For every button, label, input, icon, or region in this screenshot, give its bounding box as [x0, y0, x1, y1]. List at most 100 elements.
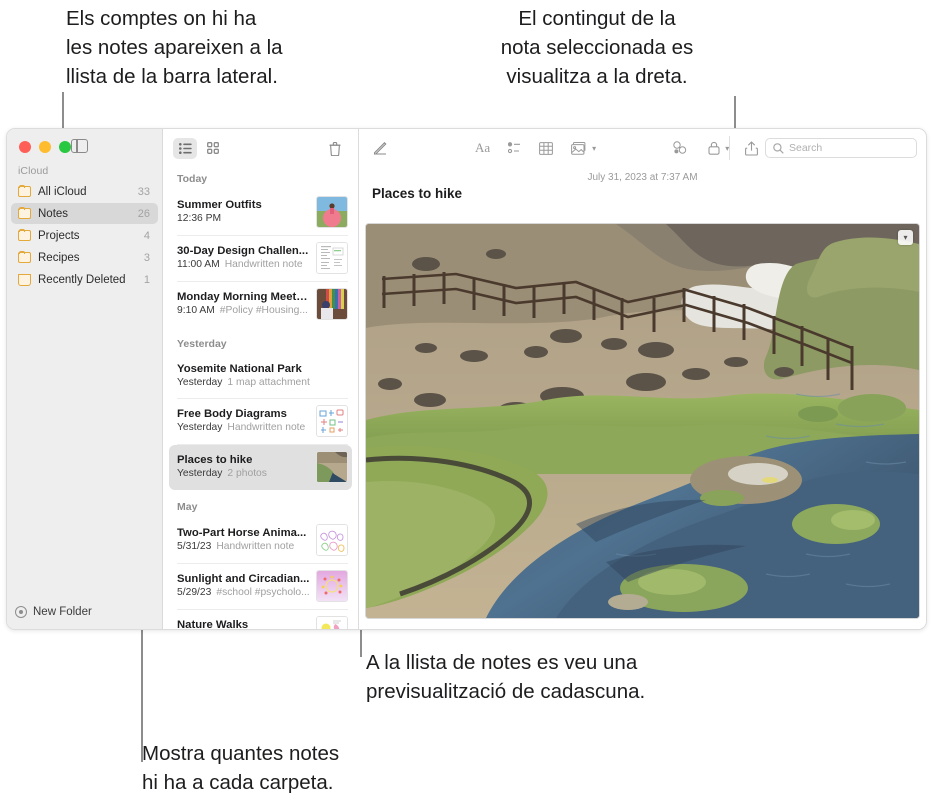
sidebar-item-all-icloud[interactable]: All iCloud 33 [11, 181, 158, 202]
sidebar-item-count: 33 [137, 185, 150, 198]
maximize-button[interactable] [59, 141, 71, 153]
note-title: Monday Morning Meeting [177, 291, 310, 303]
editor-toolbar: Aa ▾ ▾ Search [359, 129, 926, 167]
sidebar-item-label: Recently Deleted [38, 273, 126, 286]
note-title: Places to hike [177, 454, 253, 466]
annotation-note-preview: A la llista de notes es veu una previsua… [366, 651, 646, 703]
photo-chevron-down-icon[interactable]: ▾ [898, 230, 913, 245]
note-editor-column: Aa ▾ ▾ Search July 31, 2023 at 7:37 AM P… [359, 129, 926, 629]
note-group-header: Yesterday [177, 338, 227, 350]
sidebar-folder-list: All iCloud 33 Notes 26 Projects 4 Recipe… [11, 181, 158, 291]
annotation-note-content: El contingut de la nota seleccionada es … [500, 7, 694, 88]
note-list-scroll[interactable]: Today Summer Outfits 12:36 PM 30-Day Des… [163, 167, 358, 629]
note-sub: #Policy #Housing... [219, 305, 308, 316]
search-input[interactable]: Search [765, 138, 917, 158]
annotation-folder-counts: Mostra quantes notes hi ha a cada carpet… [142, 742, 340, 794]
list-item-nature-walks[interactable]: Nature Walks 5/25/23Handwritten note [169, 610, 352, 629]
note-sub: Handwritten note [216, 541, 295, 552]
list-item-places-to-hike[interactable]: Places to hike Yesterday 2 photos [169, 445, 352, 490]
sidebar-item-count: 1 [143, 273, 150, 286]
note-text: Yosemite National Park Yesterday 1 map at… [177, 362, 312, 390]
note-meta: 12:36 PM [177, 212, 310, 226]
sidebar-item-count: 3 [143, 251, 150, 264]
note-meta: 5/31/23 Handwritten note [177, 540, 310, 554]
note-time: Yesterday [177, 468, 223, 479]
note-title: Yosemite National Park [177, 363, 302, 375]
note-group-header: May [177, 501, 198, 513]
folder-icon [18, 228, 31, 241]
gallery-view-button[interactable] [201, 138, 225, 159]
note-text: Nature Walks 5/25/23Handwritten note [177, 618, 310, 629]
note-sub: Handwritten note [227, 422, 306, 433]
search-placeholder: Search [789, 142, 823, 154]
sidebar: iCloud All iCloud 33 Notes 26 Projects 4… [7, 129, 163, 629]
note-time: 5/29/23 [177, 587, 212, 598]
note-time: Yesterday [177, 422, 223, 433]
sidebar-section-label: iCloud [18, 165, 49, 177]
sidebar-item-projects[interactable]: Projects 4 [11, 225, 158, 246]
new-folder-button[interactable]: New Folder [15, 606, 92, 618]
note-photo-attachment[interactable]: ▾ [365, 223, 920, 619]
delete-note-button[interactable] [323, 138, 347, 159]
share-button[interactable] [745, 141, 758, 156]
media-chevron-down-icon[interactable]: ▾ [592, 144, 596, 153]
note-time: 5/31/23 [177, 541, 212, 552]
trash-icon [18, 273, 31, 286]
note-text: 30-Day Design Challen... 11:00 AM Handwri… [177, 244, 310, 272]
note-list-column: Today Summer Outfits 12:36 PM 30-Day Des… [163, 129, 359, 629]
format-button[interactable]: Aa [475, 140, 490, 156]
list-item-two-part-horse-animation[interactable]: Two-Part Horse Anima... 5/31/23 Handwritt… [169, 518, 352, 563]
search-icon [773, 142, 784, 154]
note-time: 11:00 AM [177, 259, 220, 270]
sidebar-item-count: 26 [137, 207, 150, 220]
note-meta: 9:10 AM #Policy #Housing... [177, 304, 310, 318]
note-title: Nature Walks [177, 619, 249, 629]
lock-button[interactable] [708, 141, 720, 155]
note-sub: Handwritten note [224, 259, 303, 270]
note-title: Free Body Diagrams [177, 408, 287, 420]
folder-icon [18, 250, 31, 263]
sidebar-item-recently-deleted[interactable]: Recently Deleted 1 [11, 269, 158, 290]
note-title: Two-Part Horse Anima... [177, 527, 307, 539]
note-title-heading: Places to hike [372, 186, 463, 201]
sidebar-item-label: Projects [38, 229, 80, 242]
note-thumbnail [316, 451, 348, 483]
note-thumbnail [316, 288, 348, 320]
notes-app-window: iCloud All iCloud 33 Notes 26 Projects 4… [6, 128, 927, 630]
compose-button[interactable] [369, 137, 391, 159]
note-title: Sunlight and Circadian... [177, 573, 310, 585]
sidebar-item-recipes[interactable]: Recipes 3 [11, 247, 158, 268]
toolbar-divider [729, 136, 730, 160]
note-text: Sunlight and Circadian... 5/29/23 #school… [177, 572, 310, 600]
note-thumbnail [316, 196, 348, 228]
list-item-sunlight-and-circadian[interactable]: Sunlight and Circadian... 5/29/23 #school… [169, 564, 352, 609]
list-view-button[interactable] [173, 137, 197, 159]
note-text: Summer Outfits 12:36 PM [177, 198, 310, 226]
list-item-monday-morning-meeting[interactable]: Monday Morning Meeting 9:10 AM #Policy #H… [169, 282, 352, 327]
media-button[interactable] [571, 141, 587, 155]
collaborate-button[interactable] [672, 141, 688, 155]
note-meta: 5/29/23 #school #psycholo... [177, 586, 310, 600]
note-thumbnail [316, 242, 348, 274]
note-text: Free Body Diagrams Yesterday Handwritten … [177, 407, 310, 435]
note-thumbnail [316, 405, 348, 437]
note-title: 30-Day Design Challen... [177, 245, 309, 257]
sidebar-item-notes[interactable]: Notes 26 [11, 203, 158, 224]
window-controls [19, 141, 71, 153]
new-folder-icon [15, 606, 27, 618]
list-item-summer-outfits[interactable]: Summer Outfits 12:36 PM [169, 190, 352, 235]
folder-icon [18, 184, 31, 197]
checklist-button[interactable] [508, 142, 521, 154]
list-item-yosemite-national-park[interactable]: Yosemite National Park Yesterday 1 map at… [169, 355, 352, 398]
sidebar-item-label: Notes [38, 207, 69, 220]
table-button[interactable] [539, 141, 554, 155]
sidebar-item-label: Recipes [38, 251, 80, 264]
sidebar-item-label: All iCloud [38, 185, 87, 198]
note-text: Places to hike Yesterday 2 photos [177, 453, 310, 481]
note-time: 12:36 PM [177, 213, 222, 224]
list-item-30-day-design-challenge[interactable]: 30-Day Design Challen... 11:00 AM Handwri… [169, 236, 352, 281]
sidebar-toggle-icon[interactable] [71, 139, 88, 153]
minimize-button[interactable] [39, 141, 51, 153]
list-item-free-body-diagrams[interactable]: Free Body Diagrams Yesterday Handwritten … [169, 399, 352, 444]
close-button[interactable] [19, 141, 31, 153]
